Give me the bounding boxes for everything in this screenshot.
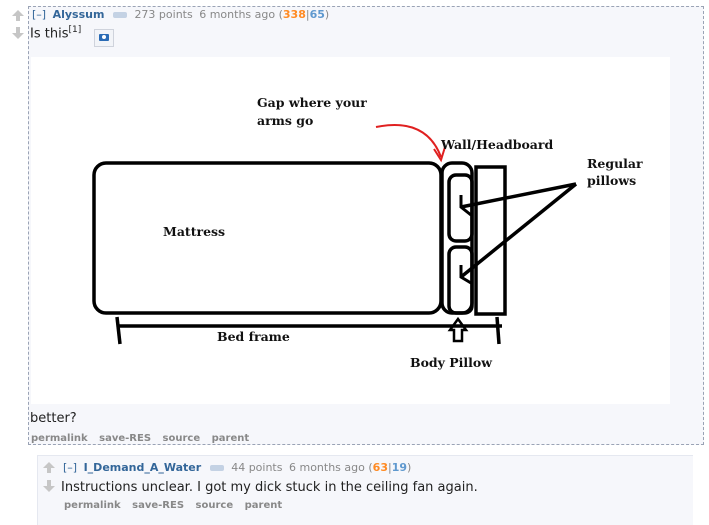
image-expand-icon[interactable]	[94, 29, 114, 47]
source-button[interactable]: source	[163, 433, 201, 444]
comment-tagline: [–] I_Demand_A_Water 44 points 6 months …	[63, 461, 412, 474]
label-body-pillow: Body Pillow	[410, 355, 493, 370]
mattress-shape	[92, 161, 443, 315]
label-bed-frame: Bed frame	[217, 329, 290, 344]
label-gap-line2: arms go	[257, 113, 313, 128]
upvote-count: 338	[282, 8, 306, 21]
comment-actions: permalink save-RES source parent	[31, 433, 257, 444]
label-regular-line1: Regular	[587, 156, 643, 171]
permalink-button[interactable]: permalink	[31, 433, 88, 444]
collapse-toggle[interactable]: [–]	[32, 8, 46, 21]
upvote-arrow-icon[interactable]	[42, 462, 56, 474]
upvote-count: 63	[372, 461, 388, 474]
user-tag-icon[interactable]	[209, 464, 224, 471]
collapse-toggle[interactable]: [–]	[63, 461, 77, 474]
label-gap-line1: Gap where your	[257, 95, 367, 110]
author-link[interactable]: Alyssum	[53, 8, 105, 21]
body-pillow-shape	[440, 161, 474, 315]
downvote-count: 65	[309, 8, 325, 21]
comment-actions: permalink save-RES source parent	[64, 500, 290, 511]
downvote-arrow-icon[interactable]	[42, 480, 56, 492]
downvote-arrow-icon[interactable]	[11, 27, 25, 39]
label-mattress: Mattress	[163, 224, 225, 239]
score: 44 points	[231, 461, 283, 474]
save-res-button[interactable]: save-RES	[132, 500, 184, 511]
comment-body: Is this[1]	[30, 25, 81, 41]
footnote-link[interactable]: [1]	[68, 25, 81, 35]
comment-tagline: [–] Alyssum 273 points 6 months ago (338…	[32, 8, 330, 21]
permalink-button[interactable]: permalink	[64, 500, 121, 511]
label-regular-line2: pillows	[587, 173, 636, 188]
timestamp: 6 months ago	[288, 461, 365, 474]
save-res-button[interactable]: save-RES	[99, 433, 151, 444]
upvote-arrow-icon[interactable]	[11, 10, 25, 22]
score: 273 points	[134, 8, 193, 21]
timestamp: 6 months ago	[199, 8, 276, 21]
user-tag-icon[interactable]	[112, 11, 127, 18]
author-link[interactable]: I_Demand_A_Water	[84, 461, 202, 474]
embedded-image: Gap where your arms go Wall/Headboard Re…	[31, 57, 670, 404]
comment-text: Is this	[30, 26, 69, 42]
comment-text: Instructions unclear. I got my dick stuc…	[61, 480, 478, 495]
comment-text-after: better?	[30, 411, 77, 426]
parent-button[interactable]: parent	[245, 500, 283, 511]
label-wall: Wall/Headboard	[440, 137, 553, 152]
downvote-count: 19	[391, 461, 408, 474]
parent-button[interactable]: parent	[212, 433, 250, 444]
source-button[interactable]: source	[196, 500, 234, 511]
headboard-shape	[474, 165, 507, 316]
